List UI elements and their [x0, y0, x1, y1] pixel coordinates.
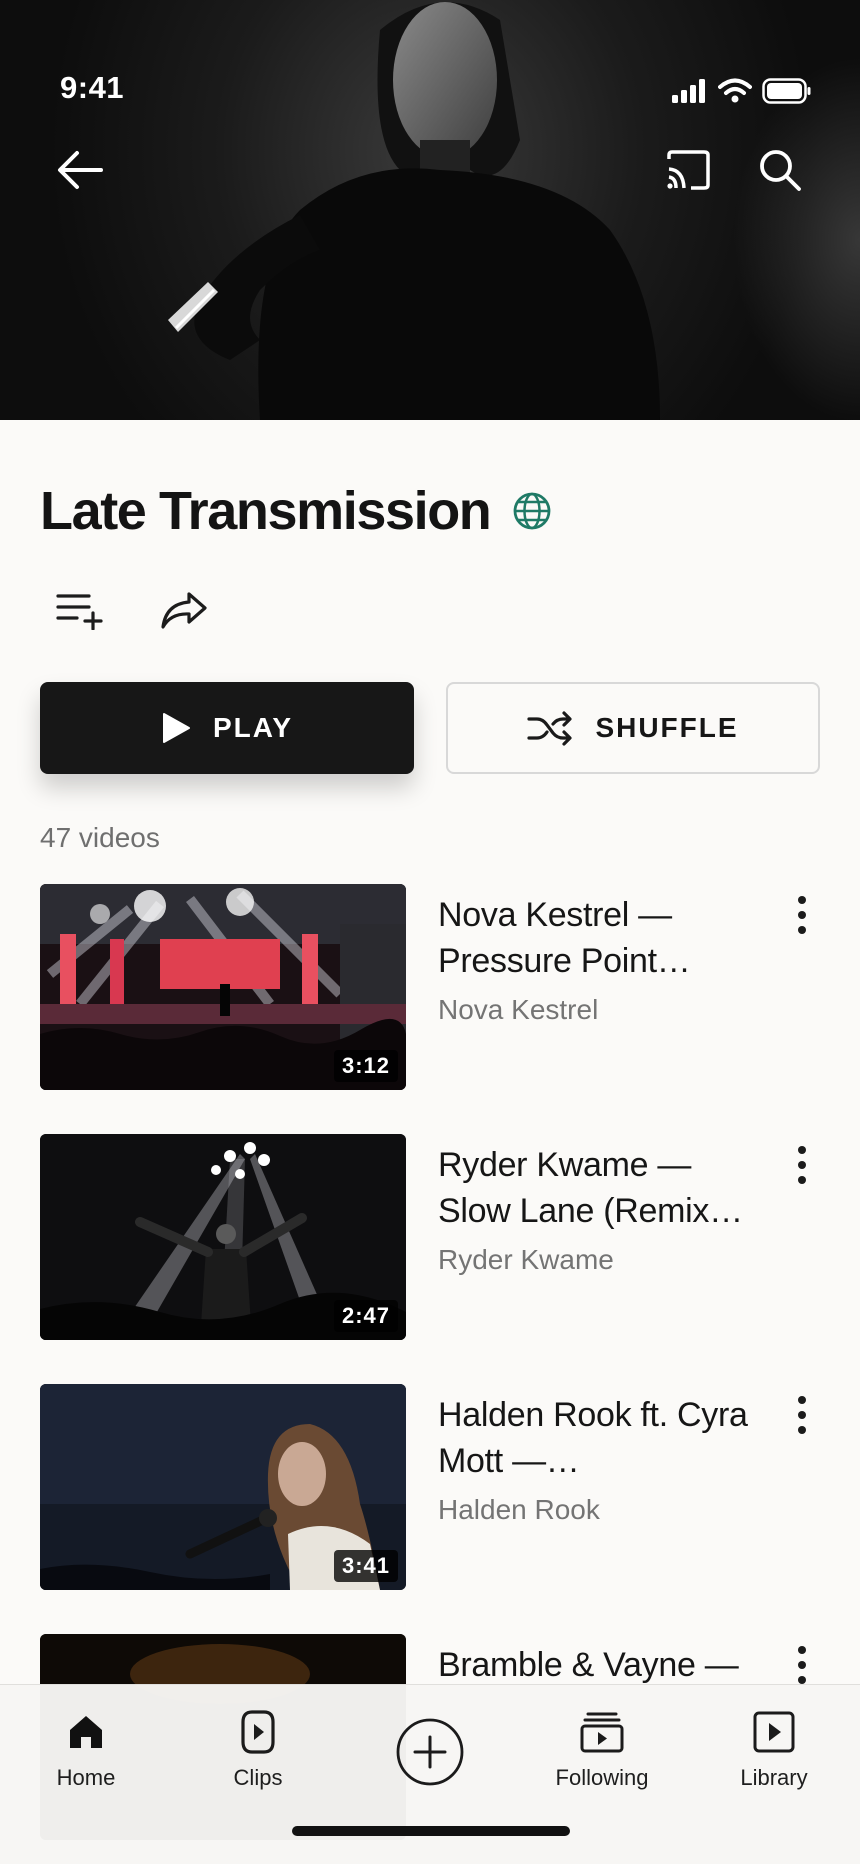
more-options-button[interactable] [784, 1140, 820, 1190]
nav-home[interactable]: Home [6, 1707, 166, 1791]
more-options-button[interactable] [784, 890, 820, 940]
video-list-item[interactable]: 3:41 Halden Rook ft. Cyra Mott —… Halden… [40, 1384, 820, 1590]
clips-icon [241, 1710, 275, 1754]
home-icon [70, 1716, 102, 1748]
nav-clips[interactable]: Clips [178, 1707, 338, 1791]
playlist-hero-image: 9:41 [0, 0, 860, 420]
create-icon [396, 1718, 464, 1786]
bottom-navigation: Home Clips Following Library [0, 1684, 860, 1864]
search-icon [760, 150, 801, 191]
playlist-header: Late Transmission [40, 480, 552, 542]
library-icon [753, 1711, 795, 1753]
shuffle-button[interactable]: SHUFFLE [446, 682, 820, 774]
nav-library[interactable]: Library [694, 1707, 854, 1791]
home-indicator [292, 1826, 570, 1836]
play-all-button[interactable]: PLAY [40, 682, 414, 774]
video-duration: 3:12 [333, 1050, 398, 1082]
video-channel[interactable]: Ryder Kwame [438, 1244, 614, 1276]
playlist-title: Late Transmission [40, 481, 492, 541]
play-button-label: PLAY [212, 712, 294, 743]
more-options-button[interactable] [784, 1640, 820, 1690]
shuffle-icon [527, 711, 573, 746]
wifi-icon [718, 78, 752, 103]
add-to-queue-icon [56, 594, 103, 630]
nav-create[interactable] [350, 1717, 510, 1787]
signal-icon [672, 79, 705, 103]
video-list-item[interactable]: 3:12 Nova Kestrel — Pressure Point… Nova… [40, 884, 820, 1090]
search-button[interactable] [756, 146, 804, 194]
video-thumbnail[interactable]: 2:47 [40, 1134, 406, 1340]
share-button[interactable] [156, 585, 212, 635]
video-title[interactable]: Halden Rook ft. Cyra Mott —… [438, 1392, 758, 1484]
video-title[interactable]: Nova Kestrel — Pressure Point… [438, 892, 758, 984]
status-time: 9:41 [60, 70, 125, 105]
back-button[interactable] [56, 146, 104, 194]
add-to-queue-button[interactable] [52, 585, 108, 635]
nav-label-following: Following [555, 1765, 649, 1790]
play-icon [162, 713, 190, 743]
subscriptions-icon [580, 1712, 624, 1753]
video-channel[interactable]: Nova Kestrel [438, 994, 598, 1026]
video-list-item[interactable]: 2:47 Ryder Kwame — Slow Lane (Remix… Ryd… [40, 1134, 820, 1340]
hero-artwork [168, 2, 660, 420]
cast-button[interactable] [664, 146, 712, 194]
video-duration: 3:41 [333, 1550, 398, 1582]
cast-icon [667, 150, 710, 190]
video-title[interactable]: Bramble & Vayne — [438, 1642, 758, 1688]
video-thumbnail[interactable]: 3:41 [40, 1384, 406, 1590]
back-arrow-icon [58, 151, 103, 189]
status-icons [672, 78, 812, 104]
nav-label-library: Library [740, 1765, 808, 1790]
video-channel[interactable]: Halden Rook [438, 1494, 600, 1526]
shuffle-button-label: SHUFFLE [595, 712, 739, 743]
share-icon [161, 592, 207, 629]
more-options-button[interactable] [784, 1390, 820, 1440]
video-count: 47 videos [40, 822, 160, 853]
video-duration: 2:47 [333, 1300, 398, 1332]
nav-label-clips: Clips [233, 1765, 283, 1790]
video-title[interactable]: Ryder Kwame — Slow Lane (Remix… [438, 1142, 758, 1234]
nav-following[interactable]: Following [522, 1707, 682, 1791]
video-thumbnail[interactable]: 3:12 [40, 884, 406, 1090]
battery-icon [762, 78, 811, 104]
nav-label-home: Home [56, 1765, 116, 1790]
globe-icon [513, 492, 551, 530]
